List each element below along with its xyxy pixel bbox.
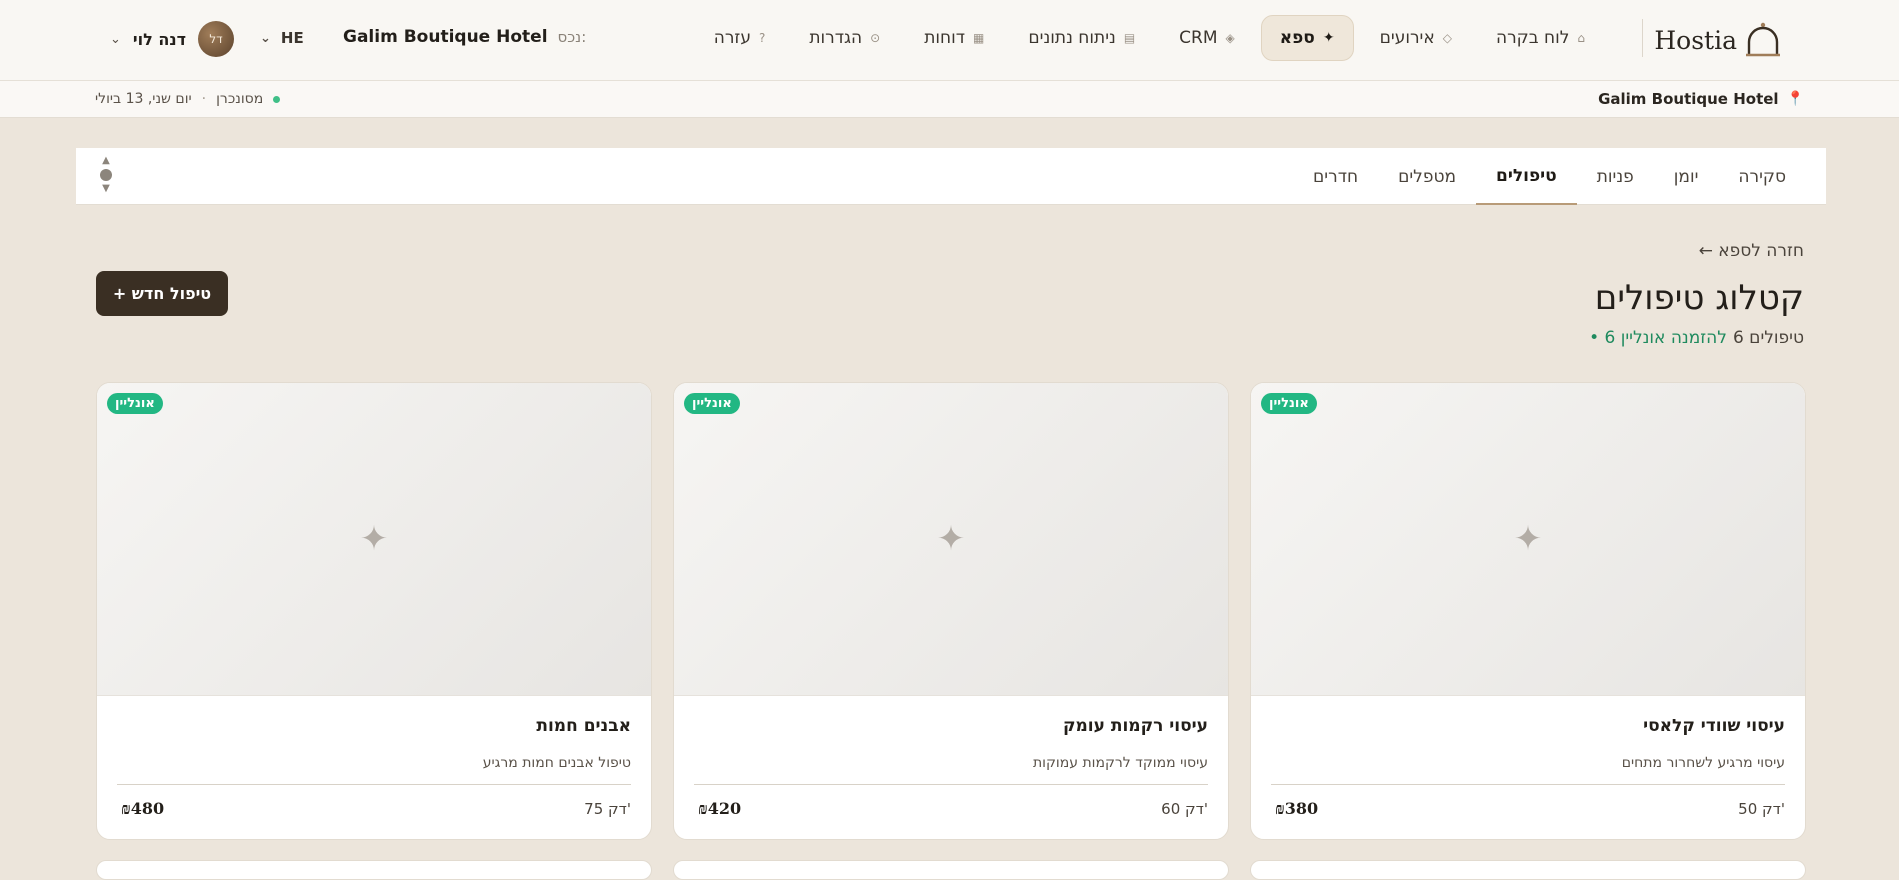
page-title: קטלוג טיפולים bbox=[1594, 278, 1804, 318]
sparkle-icon: ✦ bbox=[936, 519, 966, 559]
user-menu[interactable]: ⌄ דנה לוי דל bbox=[110, 21, 235, 57]
spa-tabs: סקירה יומן פניות טיפולים מטפלים חדרים ▲ … bbox=[76, 148, 1826, 205]
status-strip: Galim Boutique Hotel 📍 יום שני, 13 ביולי… bbox=[0, 81, 1899, 118]
nav-label: אירועים bbox=[1379, 28, 1435, 48]
location-pin-icon: 📍 bbox=[1786, 91, 1804, 107]
property-selector[interactable]: נכס: Galim Boutique Hotel bbox=[343, 27, 586, 47]
sparkle-icon: ✦ bbox=[359, 519, 389, 559]
scroll-up-icon[interactable]: ▲ bbox=[102, 155, 110, 167]
sync-dot-icon bbox=[273, 95, 281, 103]
analytics-icon: ▤ bbox=[1123, 31, 1136, 45]
nav-label: ספא bbox=[1279, 28, 1315, 48]
bell-logo-icon bbox=[1746, 22, 1780, 57]
back-to-spa-link[interactable]: ← חזרה לספא bbox=[1699, 241, 1804, 261]
tab-overview[interactable]: סקירה bbox=[1718, 148, 1806, 205]
treatment-price: ₪480 bbox=[121, 799, 165, 818]
chevron-down-icon: ⌄ bbox=[110, 31, 121, 47]
tab-inquiries[interactable]: פניות bbox=[1577, 148, 1654, 205]
online-badge: אונליין bbox=[684, 393, 740, 414]
language-selector[interactable]: ⌄ HE bbox=[260, 29, 304, 47]
treatment-name: עיסוי שוודי קלאסי bbox=[1643, 716, 1785, 736]
card-divider bbox=[117, 784, 631, 785]
treatment-duration: 60 דק' bbox=[1161, 800, 1208, 818]
help-icon: ? bbox=[758, 31, 766, 45]
page-subtitle: 6 טיפולים • 6 להזמנה אונליין bbox=[1589, 328, 1804, 348]
treatment-duration: 75 דק' bbox=[584, 800, 631, 818]
sync-status: יום שני, 13 ביולי · מסונכרן bbox=[95, 91, 281, 107]
scroll-down-icon[interactable]: ▼ bbox=[102, 183, 110, 195]
nav-dashboard[interactable]: ⌂ לוח בקרה bbox=[1478, 15, 1603, 61]
nav-settings[interactable]: ⊙ הגדרות bbox=[791, 15, 898, 61]
property-label: נכס: bbox=[557, 28, 587, 46]
nav-label: הגדרות bbox=[809, 28, 863, 48]
sparkle-icon: ✦ bbox=[1322, 30, 1335, 46]
treatment-description: עיסוי מרגיע לשחרור מתחים bbox=[1621, 755, 1785, 771]
treatment-name: אבנים חמות bbox=[536, 716, 631, 736]
nav-label: CRM bbox=[1179, 28, 1218, 48]
home-icon: ⌂ bbox=[1577, 31, 1585, 45]
nav-crm[interactable]: ◈ CRM bbox=[1161, 15, 1253, 61]
online-badge: אונליין bbox=[1261, 393, 1317, 414]
treatment-card[interactable]: ✦ אונליין אבנים חמות טיפול אבנים חמות מר… bbox=[96, 382, 652, 840]
logo-divider bbox=[1642, 19, 1643, 57]
treatment-card-partial[interactable] bbox=[673, 860, 1229, 880]
treatment-card[interactable]: ✦ אונליין עיסוי רקמות עומק עיסוי ממוקד ל… bbox=[673, 382, 1229, 840]
nav-label: ניתוח נתונים bbox=[1028, 28, 1116, 48]
treatment-name: עיסוי רקמות עומק bbox=[1062, 716, 1208, 736]
card-divider bbox=[694, 784, 1208, 785]
tab-calendar[interactable]: יומן bbox=[1654, 148, 1719, 205]
nav-label: לוח בקרה bbox=[1495, 28, 1570, 48]
treatment-image: ✦ אונליין bbox=[1251, 383, 1805, 696]
tab-treatments[interactable]: טיפולים bbox=[1476, 148, 1577, 205]
treatment-card[interactable]: ✦ אונליין עיסוי שוודי קלאסי עיסוי מרגיע … bbox=[1250, 382, 1806, 840]
tab-therapists[interactable]: מטפלים bbox=[1378, 148, 1476, 205]
treatment-description: טיפול אבנים חמות מרגיע bbox=[482, 755, 631, 771]
nav-spa[interactable]: ✦ ספא bbox=[1260, 15, 1354, 61]
nav-reports[interactable]: ▦ דוחות bbox=[906, 15, 1002, 61]
nav-label: דוחות bbox=[924, 28, 966, 48]
app-name: Hostia bbox=[1654, 25, 1737, 55]
top-bar: Hostia ⌂ לוח בקרה ◇ אירועים ✦ ספא ◈ CRM … bbox=[0, 0, 1899, 81]
nav-help[interactable]: ? עזרה bbox=[696, 15, 784, 61]
crm-icon: ◈ bbox=[1225, 31, 1235, 45]
settings-icon: ⊙ bbox=[870, 31, 881, 45]
treatment-count: 6 טיפולים bbox=[1732, 328, 1804, 348]
current-date: יום שני, 13 ביולי bbox=[95, 91, 192, 107]
sync-label: מסונכרן bbox=[216, 91, 264, 107]
online-count: • 6 להזמנה אונליין bbox=[1589, 328, 1727, 348]
sparkle-icon: ✦ bbox=[1513, 519, 1543, 559]
treatment-duration: 50 דק' bbox=[1738, 800, 1785, 818]
separator: · bbox=[201, 91, 207, 107]
nav-analytics[interactable]: ▤ ניתוח נתונים bbox=[1010, 15, 1153, 61]
language-value: HE bbox=[280, 29, 304, 47]
new-treatment-button[interactable]: + טיפול חדש bbox=[96, 271, 228, 316]
reports-icon: ▦ bbox=[973, 31, 985, 45]
avatar: דל bbox=[198, 21, 235, 57]
tab-rooms[interactable]: חדרים bbox=[1293, 148, 1378, 205]
treatment-card-partial[interactable] bbox=[1250, 860, 1806, 880]
treatment-price: ₪420 bbox=[698, 799, 742, 818]
treatment-image: ✦ אונליין bbox=[674, 383, 1228, 696]
current-hotel: Galim Boutique Hotel 📍 bbox=[1598, 90, 1804, 108]
user-name: דנה לוי bbox=[132, 29, 187, 49]
scroll-knob[interactable] bbox=[100, 169, 112, 181]
chevron-down-icon: ⌄ bbox=[260, 30, 271, 46]
treatment-price: ₪380 bbox=[1275, 799, 1319, 818]
nav-events[interactable]: ◇ אירועים bbox=[1362, 15, 1470, 61]
tab-scroller[interactable]: ▲ ▼ bbox=[100, 155, 112, 195]
main-nav: ⌂ לוח בקרה ◇ אירועים ✦ ספא ◈ CRM ▤ ניתוח… bbox=[696, 15, 1603, 61]
card-divider bbox=[1271, 784, 1785, 785]
property-value: Galim Boutique Hotel bbox=[343, 27, 548, 47]
app-logo[interactable]: Hostia bbox=[1654, 20, 1783, 60]
treatment-description: עיסוי ממוקד לרקמות עמוקות bbox=[1032, 755, 1208, 771]
treatment-card-partial[interactable] bbox=[96, 860, 652, 880]
treatment-image: ✦ אונליין bbox=[97, 383, 651, 696]
nav-label: עזרה bbox=[713, 28, 751, 48]
hotel-name: Galim Boutique Hotel bbox=[1598, 90, 1779, 108]
online-badge: אונליין bbox=[107, 393, 163, 414]
diamond-icon: ◇ bbox=[1442, 31, 1452, 45]
